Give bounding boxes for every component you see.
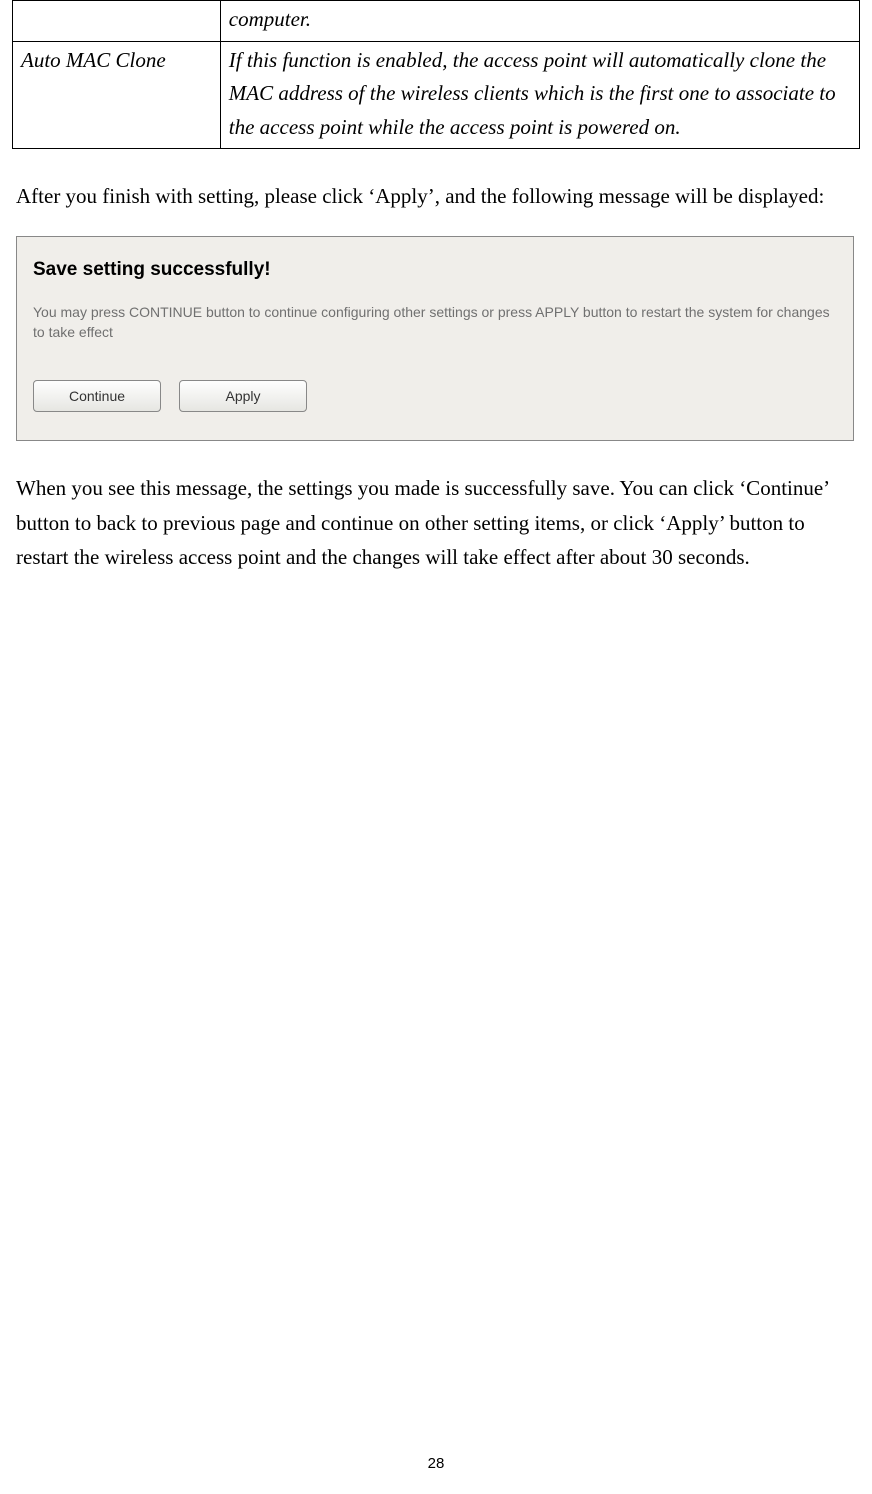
table-row: computer. (13, 1, 860, 42)
table-cell-right: If this function is enabled, the access … (220, 41, 859, 149)
continue-button[interactable]: Continue (33, 380, 161, 412)
table-cell-left: Auto MAC Clone (13, 41, 221, 149)
paragraph-explanation: When you see this message, the settings … (16, 471, 856, 575)
save-success-screenshot: Save setting successfully! You may press… (16, 236, 854, 441)
settings-table: computer. Auto MAC Clone If this functio… (12, 0, 860, 149)
paragraph-after-setting: After you finish with setting, please cl… (16, 179, 856, 214)
table-cell-left (13, 1, 221, 42)
table-row: Auto MAC Clone If this function is enabl… (13, 41, 860, 149)
table-cell-right: computer. (220, 1, 859, 42)
save-success-title: Save setting successfully! (33, 259, 837, 281)
page-number: 28 (0, 1455, 872, 1472)
button-row: Continue Apply (33, 380, 837, 412)
save-success-body: You may press CONTINUE button to continu… (33, 303, 837, 342)
apply-button[interactable]: Apply (179, 380, 307, 412)
